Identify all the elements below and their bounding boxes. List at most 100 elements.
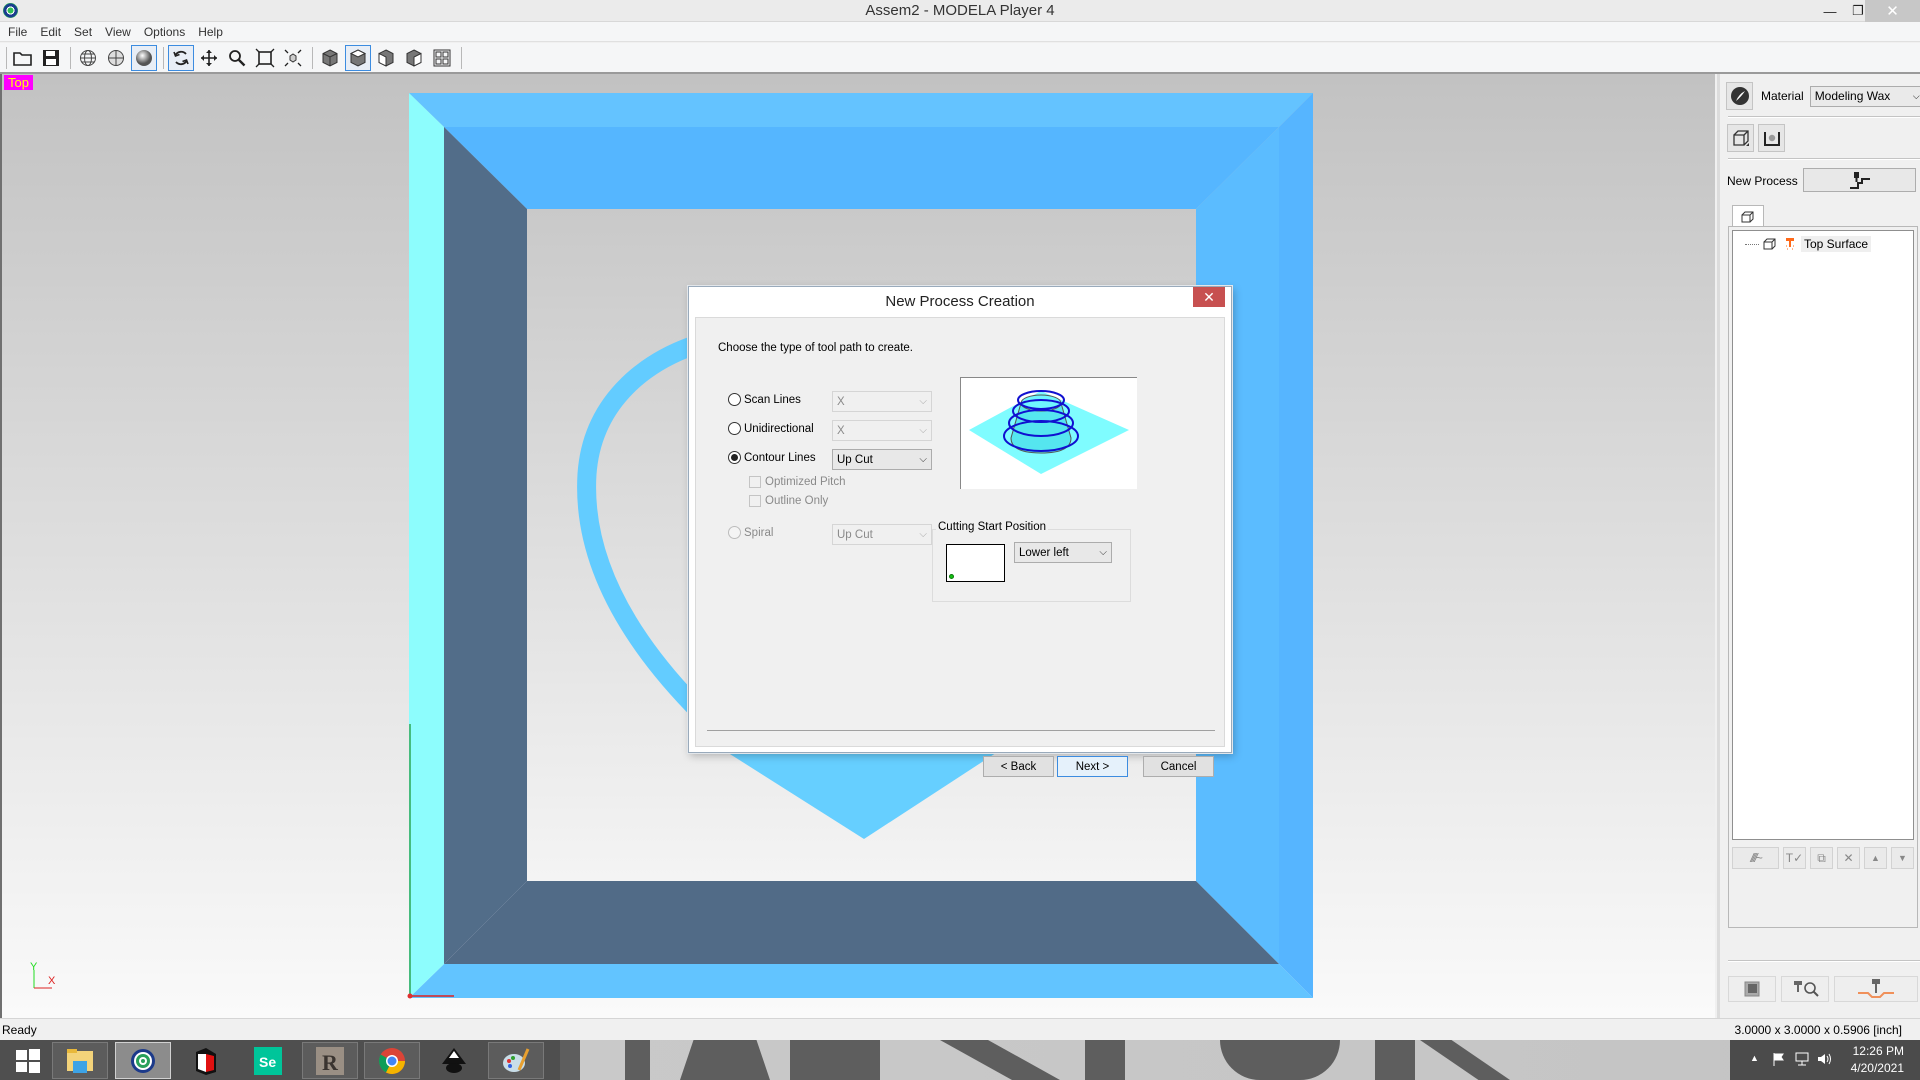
optimized-pitch-checkbox[interactable] bbox=[749, 476, 761, 488]
delete-button[interactable]: ✕ bbox=[1837, 847, 1860, 869]
move-up-button[interactable]: ▲ bbox=[1864, 847, 1887, 869]
spiral-cut-direction-select[interactable]: Up Cut ⌵ bbox=[832, 524, 932, 545]
process-tree[interactable]: Top Surface bbox=[1732, 230, 1914, 840]
workpiece-button[interactable] bbox=[1758, 124, 1785, 152]
move-down-button[interactable]: ▼ bbox=[1891, 847, 1914, 869]
network-icon[interactable] bbox=[1794, 1051, 1810, 1067]
outline-only-checkbox[interactable] bbox=[749, 495, 761, 507]
fit-window-button[interactable] bbox=[252, 45, 278, 71]
menu-edit[interactable]: Edit bbox=[40, 25, 67, 39]
toolbar bbox=[0, 43, 1920, 74]
start-button[interactable] bbox=[0, 1042, 56, 1079]
view-right-button[interactable] bbox=[401, 45, 427, 71]
scan-lines-direction-select[interactable]: X ⌵ bbox=[832, 391, 932, 412]
process-tree-frame: Top Surface ////~ T✓ ⧉ ✕ ▲ ▼ bbox=[1728, 226, 1918, 928]
cutting-start-select[interactable]: Lower left ⌵ bbox=[1014, 542, 1112, 563]
fit-model-button[interactable] bbox=[280, 45, 306, 71]
new-process-button[interactable] bbox=[1803, 168, 1916, 192]
menu-set[interactable]: Set bbox=[74, 25, 98, 39]
menu-help[interactable]: Help bbox=[198, 25, 229, 39]
material-select[interactable]: Modeling Wax ⌵ bbox=[1809, 85, 1920, 107]
view-iso-button[interactable] bbox=[317, 45, 343, 71]
back-button[interactable]: < Back bbox=[983, 756, 1054, 777]
optimized-pitch-label: Optimized Pitch bbox=[765, 476, 846, 488]
layout-button[interactable] bbox=[1728, 976, 1776, 1002]
cancel-button[interactable]: Cancel bbox=[1143, 756, 1214, 777]
copy-button[interactable]: ⧉ bbox=[1810, 847, 1833, 869]
model-box-icon bbox=[1741, 211, 1754, 222]
optimized-pitch-option[interactable]: Optimized Pitch bbox=[749, 476, 846, 488]
new-process-icon bbox=[1849, 172, 1870, 189]
view-front-button[interactable] bbox=[373, 45, 399, 71]
zoom-button[interactable] bbox=[224, 45, 250, 71]
taskbar-paint[interactable] bbox=[488, 1042, 544, 1079]
triangle-up-icon: ▲ bbox=[1871, 853, 1880, 863]
close-button[interactable]: ✕ bbox=[1865, 0, 1920, 22]
inkscape-icon bbox=[442, 1047, 466, 1073]
toolbar-separator bbox=[312, 46, 313, 69]
window-title: Assem2 - MODELA Player 4 bbox=[865, 2, 1055, 19]
spiral-radio[interactable] bbox=[728, 526, 741, 539]
option-contour-lines[interactable]: Contour Lines bbox=[728, 451, 816, 464]
show-hidden-icons[interactable]: ▲ bbox=[1750, 1053, 1759, 1063]
open-button[interactable] bbox=[10, 45, 36, 71]
pan-button[interactable] bbox=[196, 45, 222, 71]
unidirectional-direction-select[interactable]: X ⌵ bbox=[832, 420, 932, 441]
rotate-button[interactable] bbox=[168, 44, 194, 71]
option-spiral[interactable]: Spiral bbox=[728, 526, 773, 539]
spiral-cut-direction-value: Up Cut bbox=[837, 528, 873, 541]
bottom-toolbar bbox=[1728, 976, 1918, 1002]
wallpaper-shape bbox=[560, 1040, 580, 1080]
toolpath-preview-button[interactable]: ////~ bbox=[1732, 847, 1779, 869]
taskbar-roland-app[interactable] bbox=[178, 1042, 234, 1079]
view-top-button[interactable] bbox=[345, 44, 371, 71]
taskbar-selenium[interactable]: Se bbox=[240, 1042, 296, 1079]
action-center-flag-icon[interactable] bbox=[1772, 1052, 1786, 1066]
menu-file[interactable]: File bbox=[8, 25, 33, 39]
hidden-line-button[interactable] bbox=[103, 45, 129, 71]
dialog-close-button[interactable]: ✕ bbox=[1193, 287, 1225, 307]
tool-check-button[interactable]: T✓ bbox=[1783, 847, 1806, 869]
preview-cutting-button[interactable] bbox=[1781, 976, 1829, 1002]
taskbar-inkscape[interactable] bbox=[426, 1042, 482, 1079]
menu-options[interactable]: Options bbox=[144, 25, 191, 39]
option-scan-lines[interactable]: Scan Lines bbox=[728, 393, 801, 406]
fit-model-icon bbox=[284, 49, 302, 66]
clock-time[interactable]: 12:26 PM bbox=[1853, 1044, 1904, 1058]
model-size-button[interactable] bbox=[1727, 124, 1754, 152]
tool-check-icon: T✓ bbox=[1785, 851, 1804, 865]
wireframe-button[interactable] bbox=[75, 45, 101, 71]
dialog-instruction: Choose the type of tool path to create. bbox=[718, 342, 913, 354]
shaded-button[interactable] bbox=[131, 44, 157, 71]
material-button[interactable] bbox=[1726, 82, 1753, 110]
outline-only-option[interactable]: Outline Only bbox=[749, 495, 828, 507]
chevron-down-icon: ⌵ bbox=[1099, 547, 1107, 558]
taskbar-chrome[interactable] bbox=[364, 1042, 420, 1079]
contour-toolpath-illustration bbox=[969, 390, 1129, 474]
rotate-icon bbox=[173, 50, 189, 65]
r-app-icon: R bbox=[316, 1046, 344, 1075]
material-label: Material bbox=[1761, 89, 1804, 103]
tree-item[interactable]: Top Surface bbox=[1745, 236, 1872, 252]
multi-view-button[interactable] bbox=[429, 45, 455, 71]
contour-lines-radio[interactable] bbox=[728, 451, 741, 464]
restore-icon: ❐ bbox=[1852, 3, 1864, 18]
cut-button[interactable] bbox=[1834, 976, 1918, 1002]
taskbar-file-explorer[interactable] bbox=[52, 1042, 108, 1079]
multi-view-icon bbox=[433, 49, 451, 66]
volume-icon[interactable] bbox=[1816, 1051, 1832, 1067]
next-button[interactable]: Next > bbox=[1057, 756, 1128, 777]
scan-lines-radio[interactable] bbox=[728, 393, 741, 406]
menu-view[interactable]: View bbox=[105, 25, 137, 39]
save-button[interactable] bbox=[38, 45, 64, 71]
start-position-dot bbox=[949, 574, 954, 579]
taskbar-r[interactable]: R bbox=[302, 1042, 358, 1079]
chevron-down-icon: ⌵ bbox=[919, 425, 927, 436]
tree-tab-model[interactable] bbox=[1732, 205, 1764, 227]
taskbar-modela-player[interactable] bbox=[115, 1042, 171, 1079]
option-unidirectional[interactable]: Unidirectional bbox=[728, 422, 814, 435]
contour-cut-direction-select[interactable]: Up Cut ⌵ bbox=[832, 449, 932, 470]
unidirectional-radio[interactable] bbox=[728, 422, 741, 435]
clock-date[interactable]: 4/20/2021 bbox=[1851, 1061, 1904, 1075]
tool-path-icon bbox=[1786, 238, 1794, 250]
